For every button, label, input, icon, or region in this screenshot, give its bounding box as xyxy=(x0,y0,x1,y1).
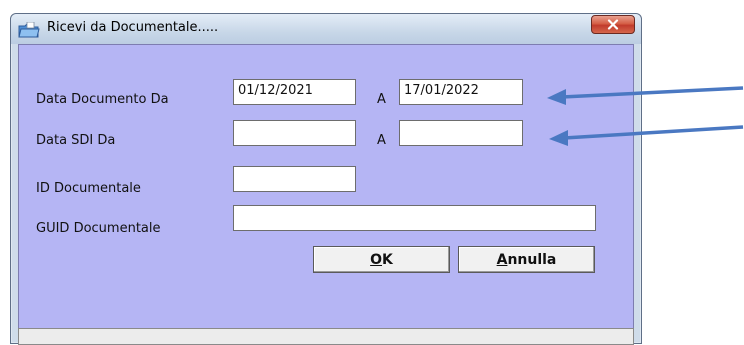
annulla-button[interactable]: Annulla xyxy=(458,246,595,273)
data-sdi-a-field[interactable] xyxy=(399,120,523,146)
data-sdi-da-field[interactable] xyxy=(233,120,356,146)
guid-documentale-field[interactable] xyxy=(233,205,596,231)
window-title: Ricevi da Documentale..... xyxy=(47,20,219,35)
ok-label: K xyxy=(382,251,393,268)
a-label: A xyxy=(377,92,386,107)
data-sdi-label: Data SDI Da xyxy=(36,133,116,148)
data-documento-da-field[interactable]: 01/12/2021 xyxy=(233,79,356,105)
folder-icon xyxy=(18,21,40,38)
a-label: A xyxy=(377,133,386,148)
data-documento-a-field[interactable]: 17/01/2022 xyxy=(399,79,523,105)
ok-button[interactable]: OK xyxy=(313,246,450,273)
dialog-window: Ricevi da Documentale..... Data Document… xyxy=(10,13,642,345)
annulla-mnemonic: A xyxy=(496,251,508,268)
ok-mnemonic: O xyxy=(370,251,383,268)
form-panel: Data Documento Da 01/12/2021 A 17/01/202… xyxy=(18,44,634,332)
annulla-label: nnulla xyxy=(507,251,557,268)
title-bar[interactable]: Ricevi da Documentale..... xyxy=(11,14,641,44)
id-documentale-field[interactable] xyxy=(233,166,356,192)
id-documentale-label: ID Documentale xyxy=(36,181,141,196)
guid-documentale-label: GUID Documentale xyxy=(36,221,161,236)
data-documento-label: Data Documento Da xyxy=(36,92,169,107)
close-icon xyxy=(607,15,619,34)
close-button[interactable] xyxy=(591,15,635,34)
status-bar xyxy=(18,328,634,345)
